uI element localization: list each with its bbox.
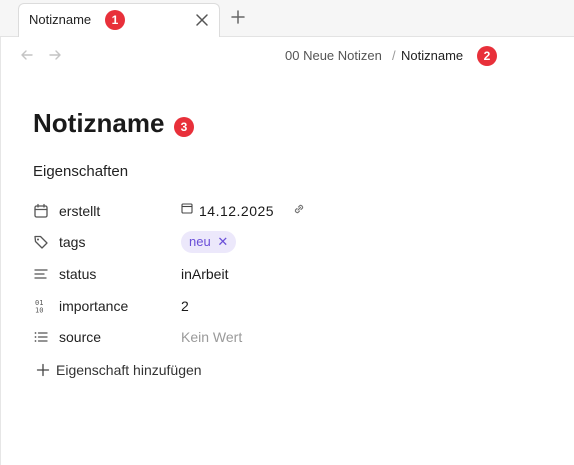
divider — [0, 37, 1, 465]
tag-pill[interactable]: neu ✕ — [181, 231, 237, 253]
annotation-badge-2: 2 — [477, 46, 497, 66]
property-name: status — [59, 266, 97, 282]
date-value[interactable]: 14.12.2025 — [199, 203, 274, 219]
property-row-status[interactable]: status inArbeit — [33, 260, 553, 288]
property-row-tags[interactable]: tags neu ✕ — [33, 228, 553, 256]
property-row-source[interactable]: source Kein Wert — [33, 323, 553, 351]
property-name: source — [59, 329, 102, 345]
link-icon[interactable] — [292, 202, 306, 216]
text-lines-icon — [33, 266, 49, 282]
source-value-empty[interactable]: Kein Wert — [181, 329, 242, 345]
nav-bar: 00 Neue Notizen / Notizname 2 — [0, 37, 574, 73]
svg-text:10: 10 — [35, 307, 43, 315]
add-property-button[interactable]: Eigenschaft hinzufügen — [36, 362, 202, 378]
annotation-badge-1: 1 — [105, 10, 125, 30]
tab-notizname[interactable]: Notizname 1 — [18, 3, 220, 37]
plus-icon — [36, 363, 50, 377]
page-title[interactable]: Notizname — [33, 108, 164, 139]
add-property-label: Eigenschaft hinzufügen — [56, 362, 202, 378]
tag-label: neu — [189, 234, 211, 249]
property-name: erstellt — [59, 203, 101, 219]
property-row-importance[interactable]: 01 10 importance 2 — [33, 292, 553, 320]
property-name: importance — [59, 298, 129, 314]
property-row-erstellt[interactable]: erstellt 14.12.2025 — [33, 197, 553, 225]
tab-title: Notizname — [29, 12, 92, 27]
importance-value[interactable]: 2 — [181, 298, 189, 314]
breadcrumb-separator: / — [392, 48, 396, 63]
property-name: tags — [59, 234, 86, 250]
annotation-badge-3: 3 — [174, 117, 194, 137]
calendar-icon — [33, 203, 49, 219]
tag-icon — [33, 234, 49, 250]
arrow-left-icon[interactable] — [19, 47, 35, 63]
tab-bar: Notizname 1 — [0, 0, 574, 37]
plus-icon[interactable] — [228, 7, 248, 27]
properties-heading[interactable]: Eigenschaften — [33, 163, 128, 180]
arrow-right-icon[interactable] — [47, 47, 63, 63]
breadcrumb-current: Notizname — [401, 48, 464, 63]
status-value[interactable]: inArbeit — [181, 266, 228, 282]
number-icon: 01 10 — [33, 298, 49, 314]
close-icon[interactable] — [191, 9, 213, 31]
breadcrumb-parent[interactable]: 00 Neue Notizen — [285, 48, 382, 63]
calendar-icon — [181, 202, 193, 214]
remove-tag-icon[interactable]: ✕ — [217, 234, 228, 249]
list-icon — [33, 329, 49, 345]
